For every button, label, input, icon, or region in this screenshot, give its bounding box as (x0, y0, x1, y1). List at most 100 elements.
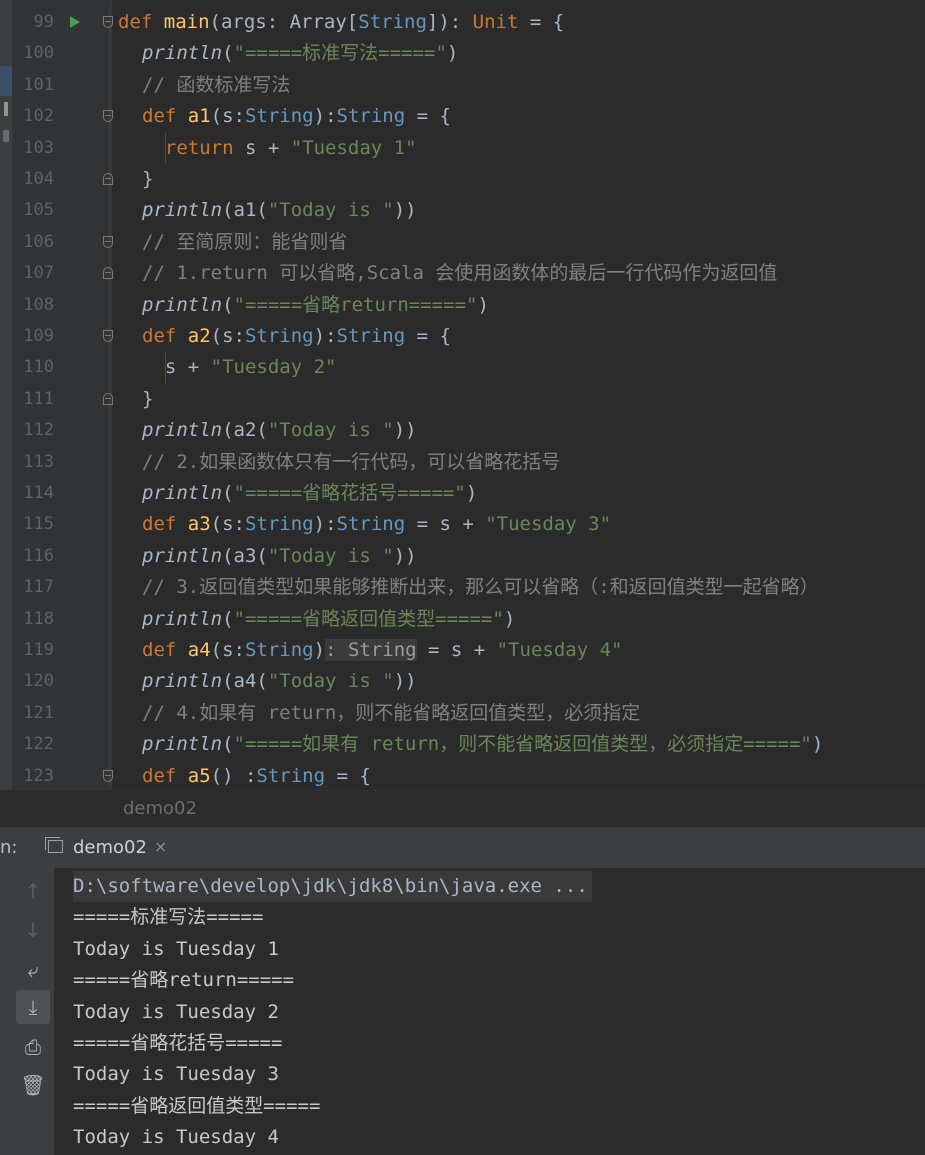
line-number[interactable]: 100 (12, 38, 54, 69)
code-line[interactable]: 121 // 4.如果有 return，则不能省略返回值类型，必须指定 (12, 698, 925, 729)
code-text[interactable]: } (142, 384, 153, 415)
line-number[interactable]: 113 (12, 447, 54, 478)
code-text[interactable]: def a3(s:String):String = s + "Tuesday 3… (142, 509, 611, 540)
code-text[interactable]: def a5() :String = { (142, 761, 371, 792)
trash-icon[interactable]: 🗑 (16, 1068, 50, 1102)
scroll-to-end-icon[interactable]: ⤓ (16, 990, 50, 1024)
code-text[interactable]: println(a4("Today is ")) (142, 666, 417, 697)
fold-collapse-icon[interactable] (103, 235, 113, 248)
code-line[interactable]: 111} (12, 384, 925, 415)
fold-collapse-icon[interactable] (103, 330, 113, 342)
close-icon[interactable]: × (154, 837, 167, 856)
line-number[interactable]: 121 (12, 698, 54, 729)
code-text[interactable]: println("=====省略return=====") (142, 290, 489, 321)
line-number[interactable]: 106 (12, 227, 54, 258)
code-line[interactable]: 112 println(a2("Today is ")) (12, 415, 925, 446)
line-number[interactable]: 108 (12, 290, 54, 321)
line-number[interactable]: 107 (12, 258, 54, 289)
code-text[interactable]: println("=====如果有 return，则不能省略返回值类型，必须指定… (142, 729, 823, 760)
run-tab-demo02[interactable]: demo02 × (40, 827, 180, 869)
line-number[interactable]: 111 (12, 384, 54, 415)
code-text[interactable]: println(a1("Today is ")) (142, 195, 417, 226)
line-number[interactable]: 102 (12, 101, 54, 132)
code-line[interactable]: 114 println("=====省略花括号=====") (12, 478, 925, 509)
code-token: def (142, 105, 188, 128)
code-line[interactable]: 105 println(a1("Today is ")) (12, 195, 925, 226)
code-line[interactable]: 99 def main(args: Array[String]): Unit = … (12, 7, 925, 38)
up-arrow-icon[interactable]: ↑ (16, 874, 50, 908)
console-output[interactable]: D:\software\develop\jdk\jdk8\bin\java.ex… (55, 868, 925, 1155)
code-text[interactable]: } (142, 164, 153, 195)
code-text[interactable]: return s + "Tuesday 1" (142, 133, 417, 164)
code-text[interactable]: def main(args: Array[String]): Unit = { (118, 7, 564, 38)
line-number[interactable]: 120 (12, 666, 54, 697)
code-text[interactable]: // 3.返回值类型如果能够推断出来，那么可以省略（:和返回值类型一起省略） (142, 572, 819, 603)
code-line[interactable]: 103 return s + "Tuesday 1" (12, 132, 925, 164)
line-number[interactable]: 123 (12, 761, 54, 792)
fold-end-icon[interactable] (103, 173, 113, 185)
code-line[interactable]: 113 // 2.如果函数体只有一行代码，可以省略花括号 (12, 447, 925, 478)
soft-wrap-icon[interactable]: ⤶ (16, 953, 50, 987)
fold-end-icon[interactable] (103, 392, 113, 405)
line-number[interactable]: 116 (12, 541, 54, 572)
line-number[interactable]: 115 (12, 509, 54, 540)
code-line[interactable]: 120 println(a4("Today is ")) (12, 666, 925, 697)
line-number[interactable]: 114 (12, 478, 54, 509)
line-number[interactable]: 118 (12, 604, 54, 635)
code-line[interactable]: 100 println("=====标准写法=====") (12, 38, 925, 69)
fold-end-icon[interactable] (103, 267, 113, 280)
code-line[interactable]: 123 def a5() :String = { (12, 761, 925, 792)
code-text[interactable]: def a1(s:String):String = { (142, 101, 451, 132)
code-text[interactable]: // 1.return 可以省略,Scala 会使用函数体的最后一行代码作为返回… (142, 258, 777, 289)
bookmark-icon[interactable] (3, 130, 9, 142)
line-number[interactable]: 112 (12, 415, 54, 446)
line-number[interactable]: 109 (12, 321, 54, 352)
run-gutter-icon[interactable] (70, 16, 80, 28)
fold-collapse-icon[interactable] (103, 16, 113, 28)
code-line[interactable]: 110 s + "Tuesday 2" (12, 352, 925, 384)
code-line[interactable]: 119 def a4(s:String): String = s + "Tuesd… (12, 635, 925, 666)
code-token: a4 (187, 639, 211, 661)
code-editor[interactable]: 99 def main(args: Array[String]): Unit = … (0, 0, 925, 827)
line-number[interactable]: 122 (12, 729, 54, 760)
print-icon[interactable]: ⎙ (16, 1030, 50, 1064)
code-text[interactable]: println("=====省略返回值类型=====") (142, 604, 515, 635)
fold-collapse-icon[interactable] (103, 769, 113, 782)
code-line[interactable]: 117 // 3.返回值类型如果能够推断出来，那么可以省略（:和返回值类型一起省略… (12, 572, 925, 603)
code-text[interactable]: // 函数标准写法 (142, 70, 290, 101)
fold-collapse-icon[interactable] (103, 110, 113, 123)
tool-window-marker[interactable] (0, 66, 12, 96)
code-text[interactable]: s + "Tuesday 2" (142, 352, 337, 383)
code-text[interactable]: println("=====省略花括号=====") (142, 478, 477, 509)
code-text[interactable]: println(a3("Today is ")) (142, 541, 417, 572)
code-line[interactable]: 116 println(a3("Today is ")) (12, 541, 925, 572)
code-text[interactable]: def a4(s:String): String = s + "Tuesday … (142, 635, 623, 666)
code-line[interactable]: 107 // 1.return 可以省略,Scala 会使用函数体的最后一行代码作… (12, 258, 925, 289)
line-number[interactable]: 103 (12, 133, 54, 164)
breadcrumb[interactable]: demo02 (123, 798, 197, 819)
line-number[interactable]: 99 (12, 7, 54, 38)
line-number[interactable]: 119 (12, 635, 54, 666)
line-number[interactable]: 105 (12, 195, 54, 226)
code-line[interactable]: 122 println("=====如果有 return，则不能省略返回值类型，必… (12, 729, 925, 760)
code-line[interactable]: 118 println("=====省略返回值类型=====") (12, 604, 925, 635)
code-text[interactable]: // 4.如果有 return，则不能省略返回值类型，必须指定 (142, 698, 640, 729)
code-line[interactable]: 102 def a1(s:String):String = { (12, 101, 925, 132)
code-line[interactable]: 115 def a3(s:String):String = s + "Tuesda… (12, 509, 925, 540)
line-number[interactable]: 117 (12, 572, 54, 603)
code-text[interactable]: // 至简原则：能省则省 (142, 227, 347, 258)
code-line[interactable]: 106 // 至简原则：能省则省 (12, 227, 925, 258)
line-number[interactable]: 101 (12, 70, 54, 101)
code-line[interactable]: 108 println("=====省略return=====") (12, 290, 925, 321)
code-line[interactable]: 109 def a2(s:String):String = { (12, 321, 925, 352)
code-text[interactable]: // 2.如果函数体只有一行代码，可以省略花括号 (142, 447, 560, 478)
code-line[interactable]: 104} (12, 164, 925, 195)
line-number[interactable]: 110 (12, 352, 54, 383)
down-arrow-icon[interactable]: ↓ (16, 913, 50, 947)
structure-icon[interactable] (4, 102, 8, 116)
code-text[interactable]: println("=====标准写法=====") (142, 38, 458, 69)
line-number[interactable]: 104 (12, 164, 54, 195)
code-text[interactable]: def a2(s:String):String = { (142, 321, 451, 352)
code-line[interactable]: 101 // 函数标准写法 (12, 70, 925, 101)
code-text[interactable]: println(a2("Today is ")) (142, 415, 417, 446)
